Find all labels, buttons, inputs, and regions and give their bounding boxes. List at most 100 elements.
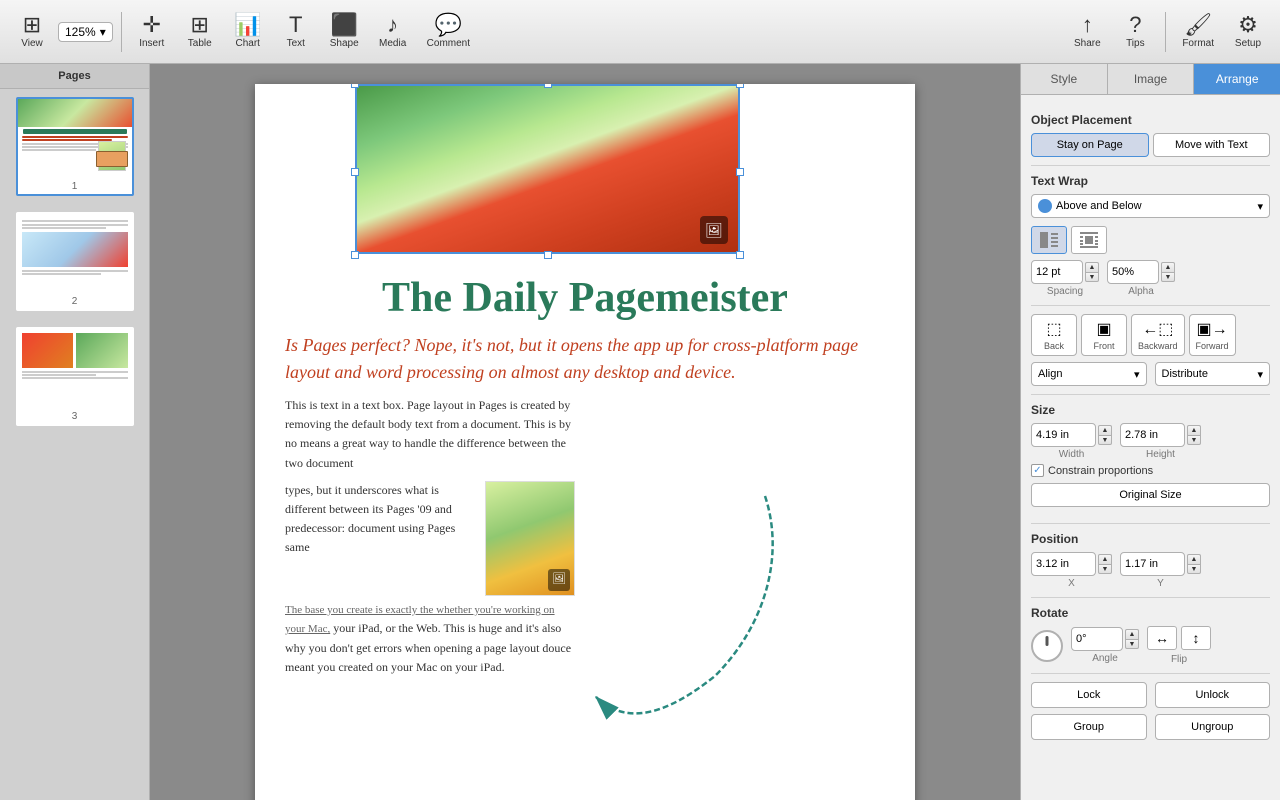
move-with-text-btn[interactable]: Move with Text bbox=[1153, 133, 1271, 157]
view-icon: ⊞ bbox=[23, 14, 41, 36]
spacing-field-group: 12 pt ▲ ▼ bbox=[1031, 260, 1099, 284]
toolbar-table[interactable]: ⊞ Table bbox=[178, 10, 222, 53]
back-icon: ⬚ bbox=[1046, 319, 1061, 339]
y-down[interactable]: ▼ bbox=[1187, 564, 1201, 574]
flip-vertical-btn[interactable]: ↕ bbox=[1181, 626, 1211, 650]
height-value[interactable]: 2.78 in bbox=[1120, 423, 1185, 447]
callout-arrow bbox=[565, 476, 845, 756]
toolbar-sep-1 bbox=[121, 12, 122, 52]
height-label: Height bbox=[1146, 449, 1175, 460]
group-btn[interactable]: Group bbox=[1031, 714, 1147, 740]
text-wrap-dropdown[interactable]: Above and Below ▾ bbox=[1031, 194, 1270, 218]
alpha-up[interactable]: ▲ bbox=[1161, 262, 1175, 272]
forward-icon: ▣→ bbox=[1196, 319, 1227, 339]
angle-group: 0° ▲ ▼ Angle bbox=[1071, 627, 1139, 664]
wrap-icon-inline[interactable] bbox=[1031, 226, 1067, 254]
wrap-option-label: Above and Below bbox=[1056, 200, 1257, 212]
tab-arrange[interactable]: Arrange bbox=[1194, 64, 1280, 94]
toolbar-tips[interactable]: ? Tips bbox=[1113, 10, 1157, 53]
x-down[interactable]: ▼ bbox=[1098, 564, 1112, 574]
table-label: Table bbox=[188, 38, 212, 49]
page-thumb-1[interactable]: 1 bbox=[16, 97, 134, 196]
toolbar-format[interactable]: 🖌 Format bbox=[1174, 10, 1222, 53]
selection-handle-tl bbox=[351, 84, 359, 88]
forward-label: Forward bbox=[1196, 341, 1229, 351]
share-icon: ↑ bbox=[1082, 14, 1093, 36]
ungroup-btn[interactable]: Ungroup bbox=[1155, 714, 1271, 740]
document-area[interactable]: 🖼 The Daily Pagemeister Is Pages perfect… bbox=[150, 64, 1020, 800]
angle-value[interactable]: 0° bbox=[1071, 627, 1123, 651]
flip-horizontal-btn[interactable]: ↔ bbox=[1147, 626, 1177, 650]
object-placement-title: Object Placement bbox=[1031, 113, 1270, 127]
lock-btn[interactable]: Lock bbox=[1031, 682, 1147, 708]
page-num-3: 3 bbox=[18, 409, 132, 424]
spacing-down[interactable]: ▼ bbox=[1085, 272, 1099, 282]
toolbar-setup[interactable]: ⚙ Setup bbox=[1226, 10, 1270, 53]
comment-label: Comment bbox=[427, 38, 470, 49]
doc-body-text: This is text in a text box. Page layout … bbox=[285, 396, 575, 677]
toolbar-media[interactable]: ♪ Media bbox=[371, 10, 415, 53]
alpha-value[interactable]: 50% bbox=[1107, 260, 1159, 284]
width-label: Width bbox=[1059, 449, 1085, 460]
angle-down[interactable]: ▼ bbox=[1125, 639, 1139, 649]
text-wrap-icons bbox=[1031, 226, 1270, 254]
alpha-down[interactable]: ▼ bbox=[1161, 272, 1175, 282]
shape-icon: ⬛ bbox=[330, 14, 357, 36]
x-label: X bbox=[1068, 578, 1075, 589]
text-wrap-title: Text Wrap bbox=[1031, 174, 1270, 188]
y-up[interactable]: ▲ bbox=[1187, 554, 1201, 564]
stay-on-page-btn[interactable]: Stay on Page bbox=[1031, 133, 1149, 157]
tab-style[interactable]: Style bbox=[1021, 64, 1108, 94]
thumb-content-1 bbox=[18, 99, 132, 179]
dropdown-arrow: ▾ bbox=[1257, 200, 1263, 213]
zoom-control[interactable]: 125% ▾ bbox=[58, 22, 113, 42]
small-inline-image[interactable]: 🖼 bbox=[485, 481, 575, 596]
position-row: 3.12 in ▲ ▼ X 1.17 in ▲ ▼ bbox=[1031, 552, 1270, 589]
document-image[interactable]: 🖼 bbox=[355, 84, 740, 254]
pages-sidebar-title: Pages bbox=[0, 64, 149, 89]
toolbar-insert[interactable]: ✛ Insert bbox=[130, 10, 174, 53]
backward-btn[interactable]: ←⬚ Backward bbox=[1131, 314, 1185, 356]
spacing-up[interactable]: ▲ bbox=[1085, 262, 1099, 272]
tab-image[interactable]: Image bbox=[1108, 64, 1195, 94]
toolbar-share[interactable]: ↑ Share bbox=[1065, 10, 1109, 53]
forward-btn[interactable]: ▣→ Forward bbox=[1189, 314, 1236, 356]
align-dropdown[interactable]: Align ▾ bbox=[1031, 362, 1147, 386]
distribute-dropdown[interactable]: Distribute ▾ bbox=[1155, 362, 1271, 386]
x-up[interactable]: ▲ bbox=[1098, 554, 1112, 564]
height-up[interactable]: ▲ bbox=[1187, 425, 1201, 435]
y-value[interactable]: 1.17 in bbox=[1120, 552, 1185, 576]
constrain-checkbox[interactable]: ✓ bbox=[1031, 464, 1044, 477]
unlock-btn[interactable]: Unlock bbox=[1155, 682, 1271, 708]
x-value[interactable]: 3.12 in bbox=[1031, 552, 1096, 576]
toolbar-chart[interactable]: 📊 Chart bbox=[226, 10, 270, 53]
alpha-group: 50% ▲ ▼ Alpha bbox=[1107, 260, 1175, 297]
panel-content: Object Placement Stay on Page Move with … bbox=[1021, 95, 1280, 800]
selection-handle-ml bbox=[351, 168, 359, 176]
front-btn[interactable]: ▣ Front bbox=[1081, 314, 1127, 356]
height-down[interactable]: ▼ bbox=[1187, 435, 1201, 445]
distribute-arrow: ▾ bbox=[1257, 368, 1263, 381]
rotate-dial[interactable] bbox=[1031, 630, 1063, 662]
insert-icon: ✛ bbox=[143, 14, 161, 36]
selection-handle-tr bbox=[736, 84, 744, 88]
toolbar-comment[interactable]: 💬 Comment bbox=[419, 10, 478, 53]
back-btn[interactable]: ⬚ Back bbox=[1031, 314, 1077, 356]
wrap-icon-around[interactable] bbox=[1071, 226, 1107, 254]
wrap-option-dot bbox=[1038, 199, 1052, 213]
page-thumb-3[interactable]: 3 bbox=[16, 327, 134, 426]
table-icon: ⊞ bbox=[191, 14, 209, 36]
y-stepper: ▲ ▼ bbox=[1187, 554, 1201, 574]
width-value[interactable]: 4.19 in bbox=[1031, 423, 1096, 447]
width-up[interactable]: ▲ bbox=[1098, 425, 1112, 435]
format-icon: 🖌 bbox=[1184, 14, 1212, 36]
comment-icon: 💬 bbox=[435, 14, 462, 36]
original-size-btn[interactable]: Original Size bbox=[1031, 483, 1270, 507]
width-down[interactable]: ▼ bbox=[1098, 435, 1112, 445]
page-thumb-2[interactable]: 2 bbox=[16, 212, 134, 311]
toolbar-text[interactable]: T Text bbox=[274, 10, 318, 53]
spacing-value[interactable]: 12 pt bbox=[1031, 260, 1083, 284]
angle-up[interactable]: ▲ bbox=[1125, 629, 1139, 639]
toolbar-shape[interactable]: ⬛ Shape bbox=[322, 10, 367, 53]
toolbar-view[interactable]: ⊞ View bbox=[10, 10, 54, 53]
